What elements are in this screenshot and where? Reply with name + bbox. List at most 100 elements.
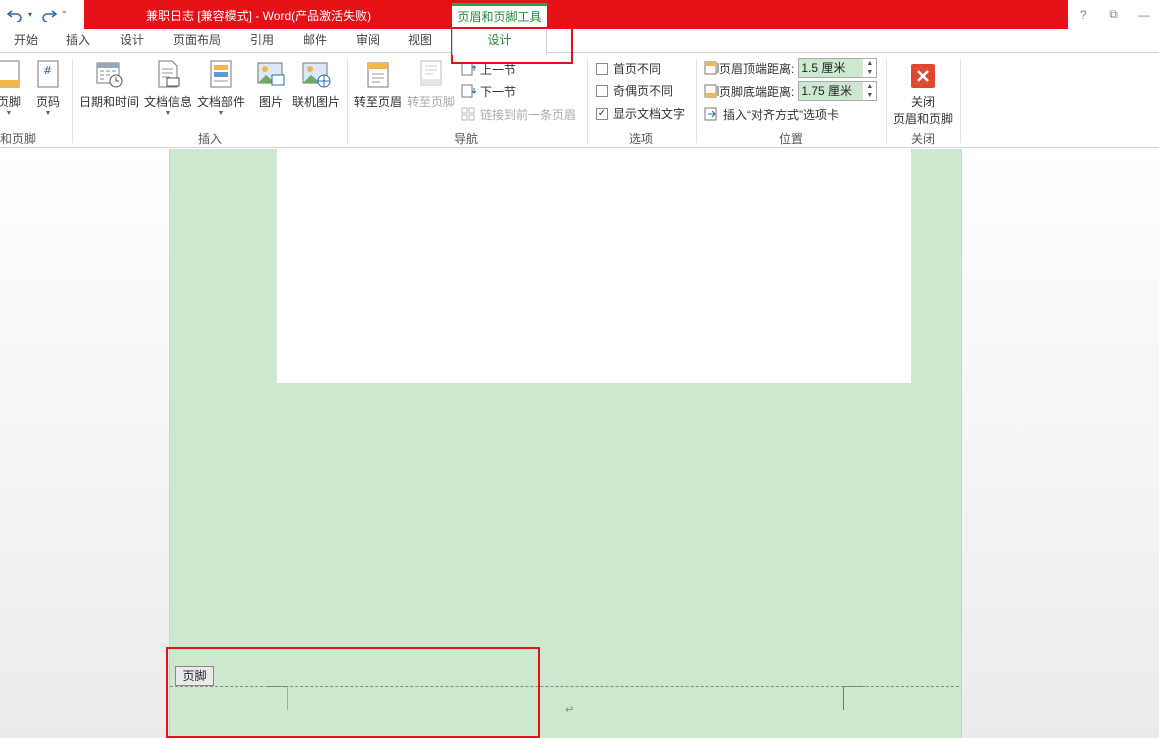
spin-up-icon[interactable]: ▲ (863, 59, 876, 68)
link-to-previous-label: 链接到前一条页眉 (480, 107, 577, 122)
doc-parts-button[interactable]: 文档部件 ▼ (197, 59, 245, 118)
window-controls: ? ⧉ — (1068, 0, 1159, 29)
footer-bottom-distance-label: 页脚底端距离: (719, 84, 795, 99)
prev-section-icon (461, 62, 477, 76)
link-to-previous-button[interactable]: 链接到前一条页眉 (461, 105, 576, 123)
next-section-label: 下一节 (480, 84, 517, 99)
checkmark-icon: ✓ (596, 107, 608, 120)
footer-button[interactable]: 页脚 ▼ (0, 59, 24, 118)
customize-icon[interactable]: ⁼ (62, 9, 72, 20)
group-label-position: 位置 (778, 132, 803, 146)
doc-info-button[interactable]: 文档信息 ▼ (144, 59, 192, 118)
footer-bottom-distance-spinner[interactable]: 1.75 厘米 ▲ ▼ (798, 81, 878, 101)
show-doc-text-checkbox[interactable]: ✓ 显示文档文字 (596, 105, 685, 122)
doc-info-label: 文档信息 (144, 95, 193, 109)
group-separator (347, 59, 348, 143)
odd-even-different-checkbox[interactable]: 奇偶页不同 (596, 82, 673, 99)
calendar-icon (94, 59, 124, 89)
doc-info-icon (153, 59, 183, 89)
online-picture-button[interactable]: 联机图片 (292, 59, 340, 110)
spinner-arrows[interactable]: ▲ ▼ (862, 82, 876, 100)
help-icon[interactable]: ? (1072, 8, 1094, 22)
page-number-icon: # (33, 59, 63, 89)
date-time-label: 日期和时间 (79, 95, 140, 109)
odd-even-different-label: 奇偶页不同 (613, 84, 674, 98)
highlight-footer-area (166, 647, 540, 738)
ribbon: 页脚 ▼ # 页码 ▼ 和页脚 日期和时间 文档信息 ▼ 文档部件 ▼ 图片 联… (0, 53, 1159, 148)
quick-access-toolbar: ▾ ⁼ (0, 0, 84, 29)
header-top-distance-label: 页眉顶端距离: (719, 61, 795, 76)
undo-dropdown-icon[interactable]: ▾ (28, 10, 36, 19)
chevron-down-icon: ▼ (44, 110, 52, 117)
online-picture-label: 联机图片 (292, 95, 341, 109)
footer-position-icon (704, 84, 719, 98)
group-separator (696, 59, 697, 143)
page-number-button[interactable]: # 页码 ▼ (33, 59, 63, 118)
checkbox-icon (596, 84, 608, 97)
window-title: 兼职日志 [兼容模式] - Word(产品激活失败) (146, 9, 372, 23)
tab-header-footer-design[interactable]: 设计 (452, 29, 547, 55)
spin-down-icon[interactable]: ▼ (863, 91, 876, 100)
redo-icon[interactable] (40, 5, 58, 25)
goto-footer-button[interactable]: 转至页脚 (407, 59, 455, 110)
undo-icon[interactable] (6, 5, 24, 25)
tab-mailings[interactable]: 邮件 (295, 29, 335, 53)
tab-home[interactable]: 开始 (6, 29, 46, 53)
picture-label: 图片 (258, 95, 283, 109)
tab-insert[interactable]: 插入 (58, 29, 98, 53)
insert-align-tab-label: 插入“对齐方式”选项卡 (723, 107, 839, 122)
header-top-distance-spinner[interactable]: 1.5 厘米 ▲ ▼ (798, 58, 878, 78)
header-top-distance-value[interactable]: 1.5 厘米 (799, 59, 863, 77)
group-separator (72, 59, 73, 143)
tab-references[interactable]: 引用 (242, 29, 282, 53)
header-top-distance-row: 页眉顶端距离: 1.5 厘米 ▲ ▼ (704, 58, 878, 78)
tab-view[interactable]: 视图 (400, 29, 440, 53)
first-page-different-label: 首页不同 (613, 62, 662, 76)
group-separator (886, 59, 887, 143)
close-header-footer-button[interactable]: 关闭 页眉和页脚 (893, 59, 953, 127)
tab-page-layout[interactable]: 页面布局 (166, 29, 228, 53)
header-position-icon (704, 61, 719, 75)
insert-align-tab-button[interactable]: 插入“对齐方式”选项卡 (704, 105, 839, 123)
chevron-down-icon: ▼ (164, 110, 172, 117)
goto-header-icon (363, 59, 393, 89)
goto-footer-label: 转至页脚 (407, 95, 456, 109)
checkbox-icon (596, 62, 608, 75)
goto-header-label: 转至页眉 (354, 95, 403, 109)
tab-design[interactable]: 设计 (112, 29, 152, 53)
spin-up-icon[interactable]: ▲ (863, 82, 876, 91)
minimize-icon[interactable]: — (1133, 8, 1155, 22)
page-number-button-label: 页码 (35, 95, 60, 109)
svg-text:#: # (43, 64, 52, 77)
restore-icon[interactable]: ⧉ (1102, 7, 1124, 22)
first-page-different-checkbox[interactable]: 首页不同 (596, 60, 661, 77)
page-body-text-area[interactable] (277, 149, 911, 383)
group-label-insert: 插入 (197, 132, 222, 146)
group-label-header-footer: 和页脚 (0, 132, 37, 146)
footer-bottom-distance-value[interactable]: 1.75 厘米 (799, 82, 863, 100)
goto-header-button[interactable]: 转至页眉 (354, 59, 402, 110)
align-tab-icon (704, 107, 719, 121)
group-label-close: 关闭 (910, 132, 935, 146)
footer-bottom-distance-row: 页脚底端距离: 1.75 厘米 ▲ ▼ (704, 81, 878, 101)
title-bar: ▾ ⁼ 兼职日志 [兼容模式] - Word(产品激活失败) 页眉和页脚工具 ?… (0, 0, 1159, 29)
spin-down-icon[interactable]: ▼ (863, 68, 876, 77)
doc-parts-label: 文档部件 (197, 95, 246, 109)
group-label-options: 选项 (628, 132, 653, 146)
context-tab-title: 页眉和页脚工具 (452, 3, 547, 29)
tab-review[interactable]: 审阅 (348, 29, 388, 53)
goto-footer-icon (416, 59, 446, 89)
link-icon (461, 107, 476, 121)
picture-button[interactable]: 图片 (256, 59, 286, 110)
show-doc-text-label: 显示文档文字 (613, 107, 686, 121)
group-separator (587, 59, 588, 143)
group-separator (960, 59, 961, 143)
paragraph-mark: ↵ (565, 704, 575, 716)
close-icon (910, 63, 936, 89)
date-time-button[interactable]: 日期和时间 (79, 59, 139, 110)
group-label-navigation: 导航 (453, 132, 478, 146)
next-section-button[interactable]: 下一节 (461, 82, 516, 100)
spinner-arrows[interactable]: ▲ ▼ (862, 59, 876, 77)
picture-icon (256, 59, 286, 89)
close-label-line1: 关闭 (911, 95, 936, 109)
